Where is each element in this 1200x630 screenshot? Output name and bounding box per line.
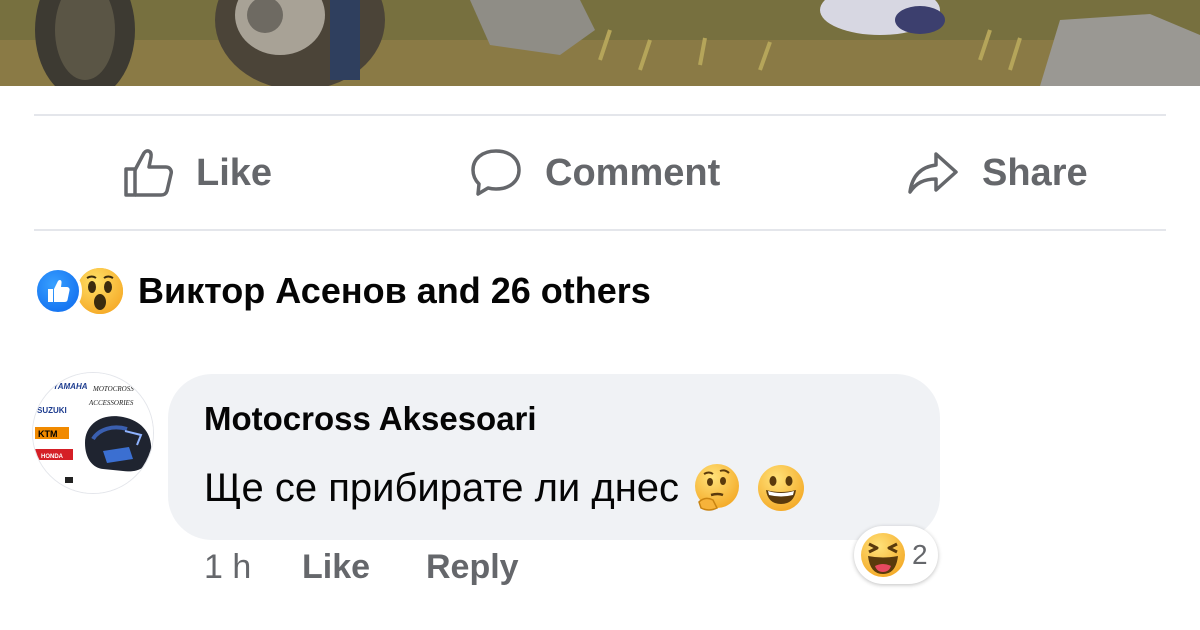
thinking-face-emoji <box>695 464 740 511</box>
avatar-brand-suzuki: SUZUKI <box>37 406 67 415</box>
post-action-bar: Like Comment Share <box>34 116 1166 230</box>
laughing-face-emoji <box>861 533 905 577</box>
comment-timestamp: 1 h <box>204 548 252 586</box>
avatar-brand-yamaha: YAMAHA <box>53 382 88 391</box>
thumbs-up-icon <box>124 149 173 197</box>
grinning-face-emoji <box>758 465 805 511</box>
like-button[interactable]: Like <box>122 116 272 230</box>
avatar-logo-line2: ACCESSORIES <box>88 399 134 407</box>
comment-author[interactable]: Motocross Aksesoari <box>204 400 537 438</box>
wow-reaction-icon <box>76 267 124 315</box>
post-photo[interactable] <box>0 0 1200 86</box>
reactions-summary-text: Виктор Асенов and 26 others <box>138 270 651 311</box>
avatar-brand-honda: HONDA <box>41 454 64 460</box>
share-button-label: Share <box>982 151 1088 194</box>
comment-text-row: Ще се прибирате ли днес <box>204 462 807 514</box>
share-arrow-icon <box>908 152 958 194</box>
comment-like-button[interactable]: Like <box>302 548 370 587</box>
avatar[interactable]: YAMAHA MOTOCROSS ACCESSORIES SUZUKI KTM … <box>32 372 154 494</box>
comment-button-label: Comment <box>545 151 721 194</box>
avatar-logo: YAMAHA MOTOCROSS ACCESSORIES SUZUKI KTM … <box>33 373 153 493</box>
comment-reply-button[interactable]: Reply <box>426 548 519 587</box>
comment-button[interactable]: Comment <box>469 116 720 230</box>
avatar-logo-line1: MOTOCROSS <box>92 385 134 393</box>
like-reaction-icon <box>34 267 82 315</box>
share-button[interactable]: Share <box>906 116 1088 230</box>
comment-bubble-icon <box>471 149 521 196</box>
comment-text: Ще се прибирате ли днес <box>204 465 680 510</box>
bottom-divider <box>34 229 1166 231</box>
comment-reaction-count: 2 <box>912 539 928 570</box>
like-button-label: Like <box>196 151 273 194</box>
comment-reaction-badge[interactable]: 2 <box>854 526 938 584</box>
avatar-brand-ktm: KTM <box>38 429 58 439</box>
reactions-summary[interactable]: Виктор Асенов and 26 others <box>34 266 651 316</box>
comment-bubble[interactable]: Motocross Aksesoari Ще се прибирате ли д… <box>168 374 940 540</box>
post-photo-graphic <box>0 0 1200 86</box>
